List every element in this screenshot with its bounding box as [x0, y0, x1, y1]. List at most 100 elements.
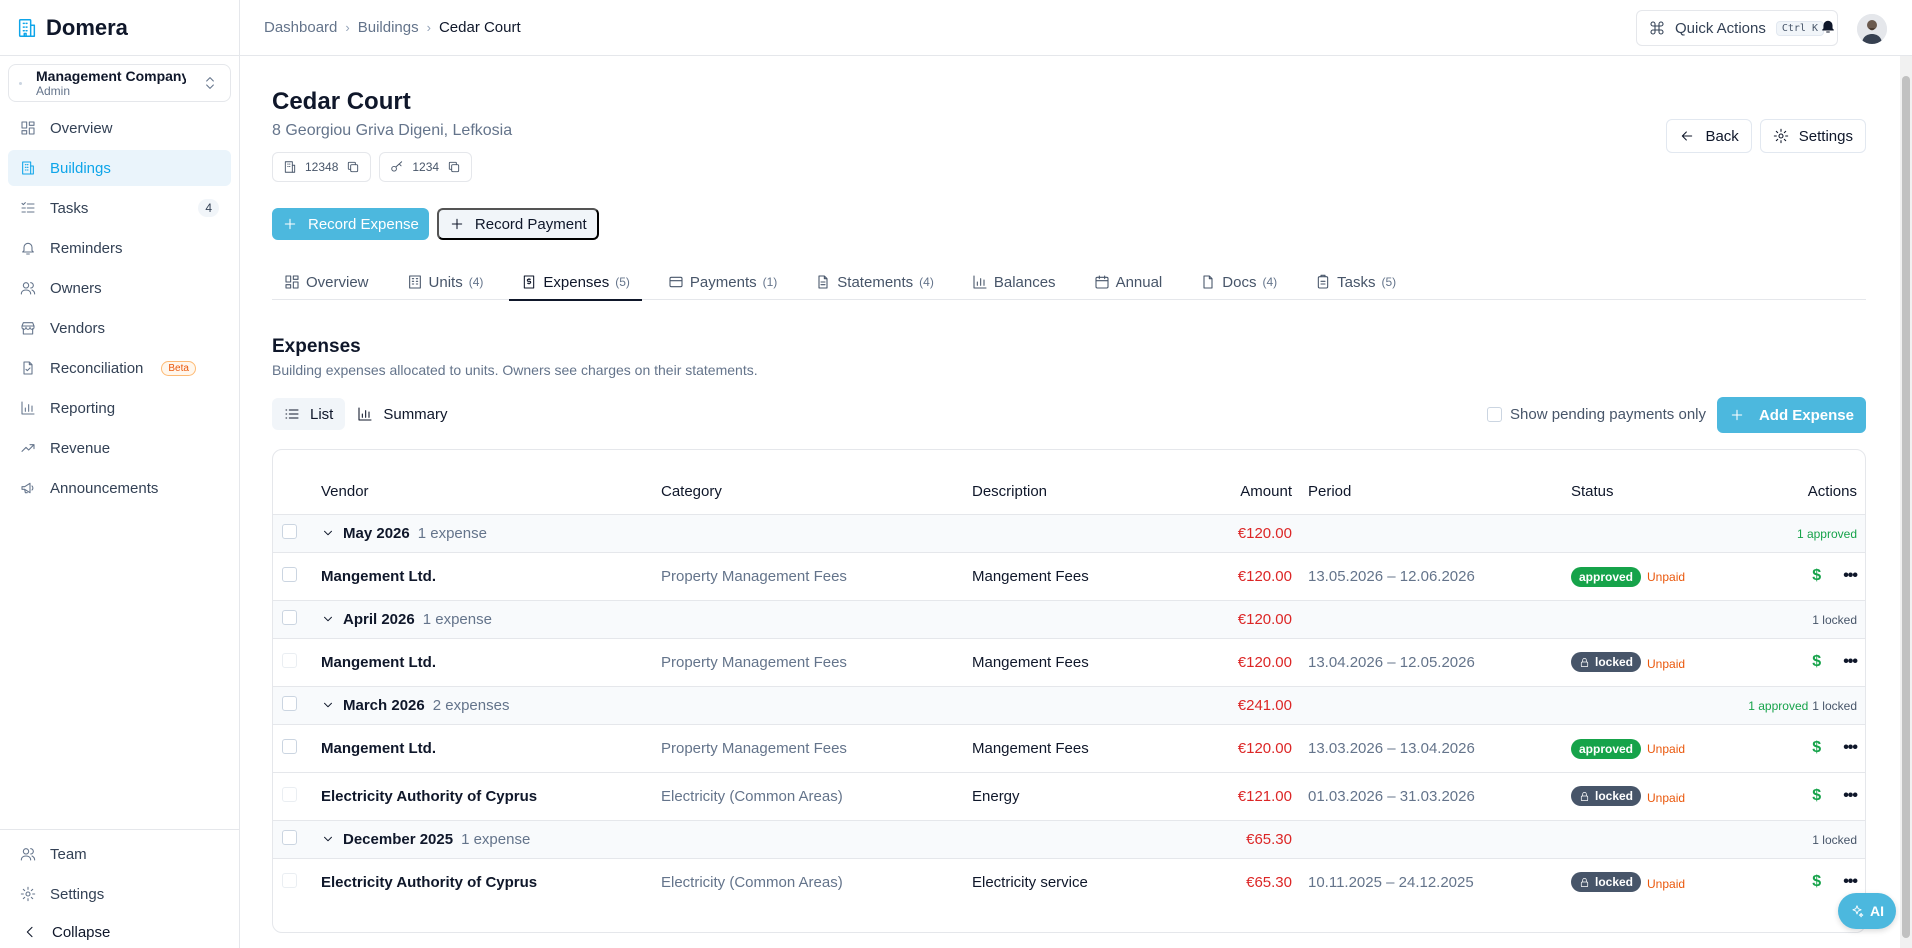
dollar-icon[interactable]: $ — [1812, 653, 1821, 671]
vendor-cell: Electricity Authority of Cyprus — [321, 873, 538, 891]
row-checkbox[interactable] — [282, 786, 297, 802]
chevron-down-icon[interactable] — [321, 526, 335, 540]
sidebar-item-tasks[interactable]: Tasks 4 — [8, 190, 231, 226]
scrollbar-thumb[interactable] — [1902, 76, 1910, 938]
tab-docs[interactable]: Docs (4) — [1188, 264, 1289, 300]
row-checkbox[interactable] — [282, 738, 297, 754]
chevron-down-icon[interactable] — [321, 698, 335, 712]
tab-payments[interactable]: Payments (1) — [656, 264, 789, 300]
chevron-down-icon[interactable] — [321, 612, 335, 626]
more-options-icon[interactable]: ••• — [1843, 567, 1858, 585]
copy-icon[interactable] — [346, 160, 360, 174]
sidebar-item-vendors[interactable]: Vendors — [8, 310, 231, 346]
ai-assistant-button[interactable]: AI — [1838, 893, 1896, 929]
key-icon — [390, 160, 404, 174]
table-row[interactable]: Mangement Ltd. Property Management Fees Ma… — [273, 551, 1865, 600]
building-id-chip[interactable]: 12348 — [272, 152, 372, 182]
notifications-bell-icon[interactable] — [1820, 18, 1836, 34]
group-checkbox[interactable] — [282, 829, 297, 845]
gear-icon — [20, 886, 36, 902]
breadcrumb-buildings[interactable]: Buildings — [358, 19, 419, 36]
tab-overview[interactable]: Overview — [272, 264, 381, 300]
group-checkbox[interactable] — [282, 695, 297, 711]
description-cell: Mangement Fees — [972, 739, 1089, 757]
chevron-down-icon[interactable] — [321, 832, 335, 846]
record-expense-label: Record Expense — [308, 215, 419, 233]
dollar-icon[interactable]: $ — [1812, 739, 1821, 757]
group-month: May 2026 — [343, 524, 410, 542]
more-options-icon[interactable]: ••• — [1843, 653, 1858, 671]
tab-units[interactable]: Units (4) — [395, 264, 496, 300]
col-category[interactable]: Category — [661, 450, 972, 514]
group-row[interactable]: March 2026 2 expenses €241.00 1 approved 1 l… — [273, 685, 1865, 724]
sidebar-item-owners[interactable]: Owners — [8, 270, 231, 306]
col-period[interactable]: Period — [1292, 450, 1571, 514]
settings-label: Settings — [1798, 127, 1853, 145]
brand-name: Domera — [46, 14, 128, 40]
more-options-icon[interactable]: ••• — [1843, 873, 1858, 891]
sidebar-item-announcements[interactable]: Announcements — [8, 470, 231, 506]
group-row[interactable]: May 2026 1 expense €120.00 1 approved — [273, 513, 1865, 552]
breadcrumb-dashboard[interactable]: Dashboard — [264, 19, 337, 36]
tab-count: (5) — [615, 275, 630, 289]
group-row[interactable]: April 2026 1 expense €120.00 1 locked — [273, 599, 1865, 638]
view-summary-label: Summary — [383, 405, 448, 423]
tab-expenses[interactable]: Expenses (5) — [509, 264, 642, 301]
pending-only-filter[interactable]: Show pending payments only — [1487, 406, 1706, 423]
col-status[interactable]: Status — [1571, 450, 1741, 514]
row-checkbox[interactable] — [282, 872, 297, 888]
more-options-icon[interactable]: ••• — [1843, 787, 1858, 805]
lock-icon — [1579, 877, 1590, 888]
record-payment-button[interactable]: Record Payment — [436, 208, 599, 240]
row-checkbox[interactable] — [282, 566, 297, 582]
sidebar-item-label: Tasks — [50, 199, 89, 217]
org-switcher[interactable]: Management Company Admin — [8, 64, 231, 102]
dollar-icon[interactable]: $ — [1812, 567, 1821, 585]
add-expense-button[interactable]: Add Expense — [1716, 397, 1866, 433]
dollar-icon[interactable]: $ — [1812, 873, 1821, 891]
collapse-button[interactable]: Collapse — [8, 916, 231, 948]
sidebar-item-overview[interactable]: Overview — [8, 110, 231, 146]
file-icon — [1200, 274, 1216, 290]
sidebar-item-buildings[interactable]: Buildings — [8, 150, 231, 186]
quick-actions-button[interactable]: Quick Actions Ctrl K — [1636, 10, 1838, 46]
table-row[interactable]: Electricity Authority of Cyprus Electrici… — [273, 857, 1865, 906]
row-checkbox[interactable] — [282, 652, 297, 668]
status-text: locked — [1595, 655, 1634, 669]
table-row[interactable]: Mangement Ltd. Property Management Fees Ma… — [273, 637, 1865, 686]
tab-annual[interactable]: Annual — [1082, 264, 1175, 300]
table-row[interactable]: Electricity Authority of Cyprus Electrici… — [273, 771, 1865, 820]
group-approved-count: 1 approved — [1748, 698, 1809, 713]
group-checkbox[interactable] — [282, 609, 297, 625]
brand[interactable]: Domera — [0, 0, 239, 56]
table-row[interactable]: Mangement Ltd. Property Management Fees Ma… — [273, 723, 1865, 772]
user-avatar[interactable] — [1857, 14, 1887, 44]
group-checkbox[interactable] — [282, 523, 297, 539]
col-description[interactable]: Description — [972, 450, 1172, 514]
pending-only-checkbox[interactable] — [1487, 407, 1503, 422]
tab-tasks[interactable]: Tasks (5) — [1303, 264, 1408, 300]
sidebar-item-team[interactable]: Team — [8, 836, 231, 872]
sidebar-item-reminders[interactable]: Reminders — [8, 230, 231, 266]
view-list-button[interactable]: List — [272, 398, 346, 430]
settings-button[interactable]: Settings — [1759, 119, 1866, 153]
sidebar-item-revenue[interactable]: Revenue — [8, 430, 231, 466]
access-key-chip[interactable]: 1234 — [379, 152, 473, 182]
group-row[interactable]: December 2025 1 expense €65.30 1 locked — [273, 819, 1865, 858]
view-summary-button[interactable]: Summary — [345, 398, 459, 430]
tab-statements[interactable]: Statements (4) — [803, 264, 946, 300]
record-expense-button[interactable]: Record Expense — [272, 208, 429, 240]
col-amount[interactable]: Amount — [1172, 450, 1292, 514]
tab-balances[interactable]: Balances — [960, 264, 1068, 300]
dollar-icon[interactable]: $ — [1812, 787, 1821, 805]
col-vendor[interactable]: Vendor — [321, 450, 661, 514]
sidebar-item-settings[interactable]: Settings — [8, 876, 231, 912]
page-scrollbar[interactable] — [1900, 56, 1912, 948]
chevron-left-icon — [22, 924, 38, 940]
sidebar-item-reconciliation[interactable]: Reconciliation Beta — [8, 350, 231, 386]
sidebar-item-reporting[interactable]: Reporting — [8, 390, 231, 426]
more-options-icon[interactable]: ••• — [1843, 739, 1858, 757]
sidebar-item-label: Settings — [50, 885, 105, 903]
back-button[interactable]: Back — [1666, 119, 1752, 153]
copy-icon[interactable] — [447, 160, 461, 174]
